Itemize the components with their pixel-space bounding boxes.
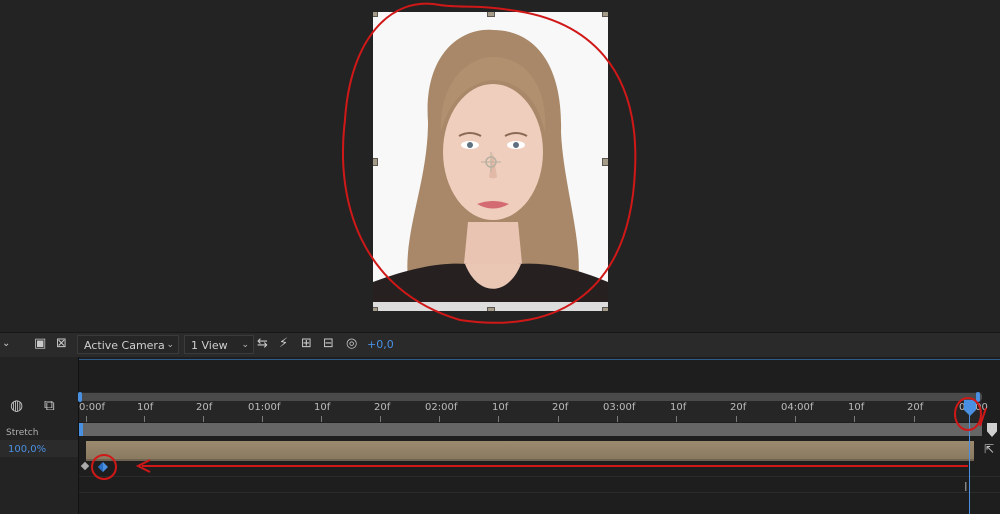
toggle-pixel-aspect-icon[interactable]: ⇆ — [257, 335, 268, 353]
flowchart-icon[interactable]: ⊟ — [323, 335, 334, 353]
timeline-focus-line — [0, 359, 1000, 360]
fast-previews-icon[interactable]: ▣ — [34, 335, 46, 353]
annotation-circle-photo — [341, 2, 637, 324]
chevron-down-icon[interactable]: ⌄ — [2, 335, 10, 353]
view-layout-label: 1 View — [191, 339, 228, 352]
chevron-down-icon: ⌄ — [241, 340, 249, 350]
chevron-down-icon: ⌄ — [166, 340, 174, 350]
annotation-overlay-timeline — [91, 397, 987, 480]
transparency-grid-icon[interactable]: ⊠ — [56, 335, 67, 353]
fast-draft-icon[interactable]: ⚡ — [279, 335, 288, 353]
comp-flowchart-icon[interactable]: ⊞ — [301, 335, 312, 353]
view-layout-dropdown[interactable]: 1 View ⌄ — [184, 335, 254, 354]
camera-dropdown-label: Active Camera — [84, 339, 165, 352]
camera-dropdown[interactable]: Active Camera ⌄ — [77, 335, 179, 354]
viewer-toolbar: ⌄ ▣ ⊠ Active Camera ⌄ 1 View ⌄ ⇆ ⚡ ⊞ ⊟ ◎… — [0, 332, 1000, 357]
reset-exposure-icon[interactable]: ◎ — [346, 335, 357, 353]
exposure-value[interactable]: +0,0 — [367, 336, 394, 354]
